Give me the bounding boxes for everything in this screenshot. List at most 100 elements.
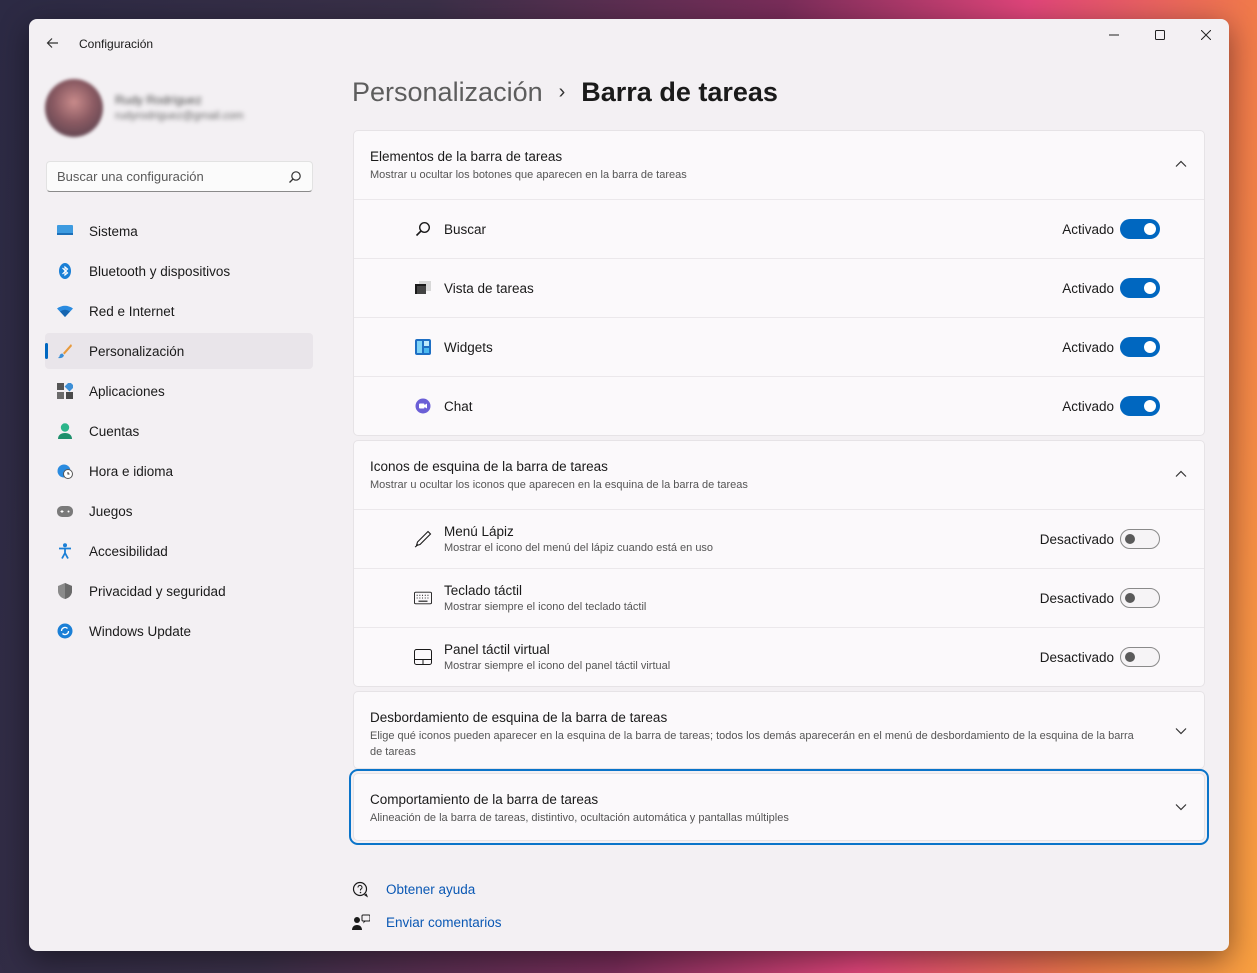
maximize-icon (1155, 30, 1165, 40)
sidebar-item-windows-update[interactable]: Windows Update (45, 613, 313, 649)
sidebar-item-hora[interactable]: Hora e idioma (45, 453, 313, 489)
feedback-link-text[interactable]: Enviar comentarios (386, 915, 502, 930)
account-icon (57, 423, 73, 439)
footer-links: Obtener ayuda Enviar comentarios (352, 873, 502, 939)
sidebar-item-label: Hora e idioma (89, 463, 174, 479)
toggle-teclado-tactil[interactable] (1120, 588, 1160, 608)
update-icon (57, 623, 73, 639)
row-title: Panel táctil virtual (444, 642, 550, 657)
sidebar-item-label: Personalización (89, 343, 185, 359)
taskbar-behavior-header[interactable]: Comportamiento de la barra de tareas Ali… (354, 774, 1204, 846)
accessibility-icon (57, 543, 73, 559)
search-icon (414, 220, 432, 238)
chevron-up-icon (1175, 470, 1187, 477)
touchpad-icon (414, 648, 432, 666)
close-button[interactable] (1183, 19, 1229, 51)
sidebar-item-label: Juegos (89, 503, 133, 519)
row-subtitle: Mostrar siempre el icono del teclado tác… (444, 601, 647, 613)
row-title: Menú Lápiz (444, 524, 514, 539)
toggle-panel-tactil[interactable] (1120, 647, 1160, 667)
page-title: Barra de tareas (581, 77, 778, 107)
row-title: Vista de tareas (444, 280, 534, 296)
sidebar-item-accesibilidad[interactable]: Accesibilidad (45, 533, 313, 569)
chevron-down-icon (1175, 728, 1187, 735)
toggle-state: Activado (1062, 221, 1114, 237)
title-bar: Configuración (29, 19, 1229, 67)
sidebar-item-red[interactable]: Red e Internet (45, 293, 313, 329)
toggle-state: Activado (1062, 398, 1114, 414)
sidebar-item-label: Privacidad y seguridad (89, 583, 226, 599)
row-title: Chat (444, 398, 473, 414)
sidebar-item-bluetooth[interactable]: Bluetooth y dispositivos (45, 253, 313, 289)
back-button[interactable] (43, 33, 63, 53)
sidebar-item-personalizacion[interactable]: Personalización (45, 333, 313, 369)
setting-row-chat: Chat Activado (354, 376, 1204, 435)
close-icon (1201, 30, 1211, 40)
apps-icon (57, 383, 73, 399)
group-title: Comportamiento de la barra de tareas (370, 792, 599, 807)
arrow-left-icon (46, 38, 58, 48)
toggle-buscar[interactable] (1120, 219, 1160, 239)
corner-overflow-group[interactable]: Desbordamiento de esquina de la barra de… (353, 691, 1205, 769)
corner-icons-header[interactable]: Iconos de esquina de la barra de tareas … (354, 441, 1204, 509)
gamepad-icon (57, 503, 73, 519)
group-title: Iconos de esquina de la barra de tareas (370, 459, 608, 474)
user-profile[interactable]: Rudy Rodríguez rudyrodriguez@gmail.com (45, 79, 325, 139)
search-icon[interactable] (288, 170, 302, 184)
setting-row-menu-lapiz: Menú Lápiz Mostrar el icono del menú del… (354, 509, 1204, 568)
sidebar-item-label: Cuentas (89, 423, 140, 439)
sidebar-item-sistema[interactable]: Sistema (45, 213, 313, 249)
widgets-icon (414, 338, 432, 356)
maximize-button[interactable] (1137, 19, 1183, 51)
profile-name: Rudy Rodríguez (115, 93, 202, 107)
corner-overflow-header[interactable]: Desbordamiento de esquina de la barra de… (354, 692, 1204, 764)
taskbar-behavior-group[interactable]: Comportamiento de la barra de tareas Ali… (349, 769, 1209, 845)
search-box (46, 161, 313, 192)
profile-email: rudyrodriguez@gmail.com (115, 110, 244, 122)
sidebar-item-cuentas[interactable]: Cuentas (45, 413, 313, 449)
globe-clock-icon (57, 463, 73, 479)
setting-row-panel-tactil: Panel táctil virtual Mostrar siempre el … (354, 627, 1204, 686)
setting-row-buscar: Buscar Activado (354, 199, 1204, 258)
search-input[interactable] (57, 169, 277, 184)
app-title: Configuración (79, 37, 154, 51)
feedback-link[interactable]: Enviar comentarios (352, 906, 502, 939)
minimize-button[interactable] (1091, 19, 1137, 51)
avatar (45, 79, 103, 137)
system-icon (57, 223, 73, 239)
sidebar-item-juegos[interactable]: Juegos (45, 493, 313, 529)
breadcrumb: Personalización › Barra de tareas (352, 77, 778, 108)
help-link-text[interactable]: Obtener ayuda (386, 882, 475, 897)
toggle-menu-lapiz[interactable] (1120, 529, 1160, 549)
toggle-vista-de-tareas[interactable] (1120, 278, 1160, 298)
feedback-icon (352, 914, 370, 932)
setting-row-teclado-tactil: Teclado táctil Mostrar siempre el icono … (354, 568, 1204, 627)
chat-icon (414, 397, 432, 415)
chevron-up-icon (1175, 160, 1187, 167)
row-title: Buscar (444, 221, 487, 237)
bluetooth-icon (57, 263, 73, 279)
corner-icons-group: Iconos de esquina de la barra de tareas … (353, 440, 1205, 687)
sidebar-item-label: Aplicaciones (89, 383, 165, 399)
toggle-state: Desactivado (1039, 590, 1114, 606)
sidebar-item-label: Sistema (89, 223, 138, 239)
chevron-down-icon (1175, 804, 1187, 811)
toggle-widgets[interactable] (1120, 337, 1160, 357)
sidebar-item-label: Bluetooth y dispositivos (89, 263, 231, 279)
group-subtitle: Elige qué iconos pueden aparecer en la e… (370, 730, 1134, 758)
toggle-chat[interactable] (1120, 396, 1160, 416)
breadcrumb-parent[interactable]: Personalización (352, 77, 543, 108)
row-title: Teclado táctil (444, 583, 523, 598)
minimize-icon (1109, 34, 1119, 36)
help-link[interactable]: Obtener ayuda (352, 873, 502, 906)
taskbar-items-header[interactable]: Elementos de la barra de tareas Mostrar … (354, 131, 1204, 199)
group-title: Desbordamiento de esquina de la barra de… (370, 710, 668, 725)
breadcrumb-separator: › (558, 81, 566, 103)
settings-content: Elementos de la barra de tareas Mostrar … (349, 130, 1209, 845)
toggle-state: Activado (1062, 280, 1114, 296)
setting-row-widgets: Widgets Activado (354, 317, 1204, 376)
toggle-state: Desactivado (1039, 531, 1114, 547)
row-subtitle: Mostrar siempre el icono del panel tácti… (444, 660, 671, 672)
sidebar-item-privacidad[interactable]: Privacidad y seguridad (45, 573, 313, 609)
sidebar-item-aplicaciones[interactable]: Aplicaciones (45, 373, 313, 409)
